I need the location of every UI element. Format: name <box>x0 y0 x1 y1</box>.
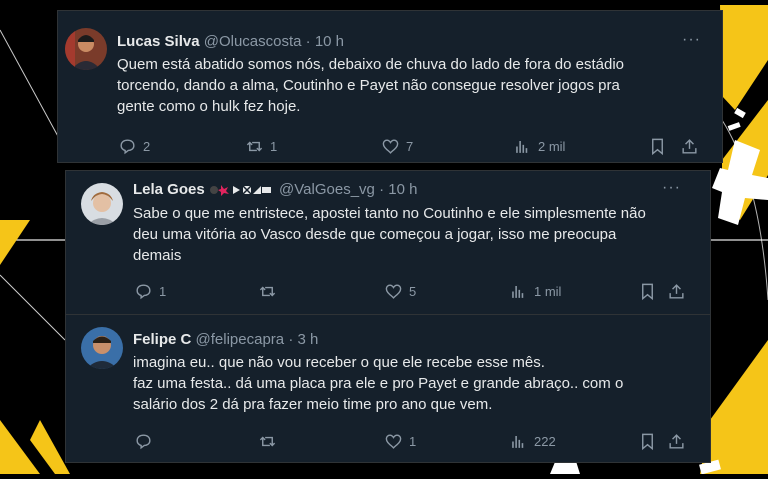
flag-emoji-icons <box>209 185 271 196</box>
like-count: 7 <box>406 138 414 154</box>
more-icon[interactable]: ··· <box>662 179 681 197</box>
reply-count: 2 <box>143 138 151 154</box>
tweet-time[interactable]: · 10 h <box>379 181 417 198</box>
tweet-lucas[interactable]: Lucas Silva @Olucascosta · 10 h ··· Quem… <box>58 11 722 162</box>
retweet-icon <box>259 286 276 296</box>
retweet-icon <box>246 141 263 151</box>
author-handle[interactable]: @ValGoes_vg <box>279 181 375 198</box>
more-icon[interactable]: ··· <box>682 31 701 49</box>
like-button[interactable]: 5 <box>384 280 416 302</box>
avatar[interactable] <box>65 28 107 70</box>
like-count: 5 <box>409 283 417 299</box>
tweet-lela[interactable]: Lela Goes @ValGoes_vg · 10 h ··· Sabe o … <box>66 171 710 314</box>
share-icon <box>682 138 697 154</box>
heart-icon <box>385 433 402 449</box>
tweet-header: Felipe C @felipecapra · 3 h <box>133 331 318 349</box>
views-icon <box>516 140 528 153</box>
share-button[interactable] <box>667 280 686 302</box>
author-handle[interactable]: @felipecapra <box>196 331 285 348</box>
avatar[interactable] <box>81 183 123 225</box>
tweet-text: Sabe o que me entristece, apostei tanto … <box>133 205 646 264</box>
bookmark-button[interactable] <box>648 135 667 157</box>
tweet-actions: 2 1 7 2 mil <box>118 135 708 157</box>
share-button[interactable] <box>680 135 699 157</box>
tweet-time[interactable]: · 10 h <box>306 33 344 50</box>
bookmark-icon <box>642 433 653 450</box>
avatar[interactable] <box>81 327 123 369</box>
name-emojis <box>209 184 271 196</box>
bookmark-button[interactable] <box>638 280 657 302</box>
retweet-button[interactable]: 1 <box>245 135 277 157</box>
tweet-header: Lela Goes @ValGoes_vg · 10 h <box>133 181 417 199</box>
retweet-button[interactable] <box>258 280 283 302</box>
share-icon <box>669 283 684 299</box>
tweet-header: Lucas Silva @Olucascosta · 10 h <box>117 33 344 51</box>
author-handle[interactable]: @Olucascosta <box>204 33 302 50</box>
author-name[interactable]: Felipe C <box>133 331 191 348</box>
heart-icon <box>385 283 402 299</box>
author-name[interactable]: Lucas Silva <box>117 33 200 50</box>
reply-count: 1 <box>159 283 167 299</box>
views-count: 222 <box>534 433 556 449</box>
tweet-felipe[interactable]: Felipe C @felipecapra · 3 h imagina eu..… <box>66 314 710 463</box>
bookmark-button[interactable] <box>638 430 657 452</box>
reply-button[interactable]: 1 <box>134 280 166 302</box>
views-icon <box>512 285 524 298</box>
tweet-card-main: Lucas Silva @Olucascosta · 10 h ··· Quem… <box>57 10 723 163</box>
share-button[interactable] <box>667 430 686 452</box>
reply-icon <box>136 283 151 299</box>
reply-button[interactable] <box>134 430 159 452</box>
tweet-text: imagina eu.. que não vou receber o que e… <box>133 354 624 413</box>
tweet-actions: 1 222 <box>134 430 694 452</box>
bookmark-icon <box>652 138 663 155</box>
views-count: 1 mil <box>534 283 562 299</box>
retweet-icon <box>259 436 276 446</box>
like-button[interactable]: 1 <box>384 430 416 452</box>
tweet-actions: 1 5 1 mil <box>134 280 694 302</box>
heart-icon <box>382 138 399 154</box>
views-icon <box>512 435 524 448</box>
reply-icon <box>120 138 135 154</box>
views-button[interactable]: 1 mil <box>509 280 561 302</box>
tweet-card-replies: Lela Goes @ValGoes_vg · 10 h ··· Sabe o … <box>65 170 711 463</box>
reply-icon <box>136 433 151 449</box>
retweet-count: 1 <box>270 138 278 154</box>
share-icon <box>669 433 684 449</box>
like-count: 1 <box>409 433 417 449</box>
tweet-time[interactable]: · 3 h <box>288 331 318 348</box>
bookmark-icon <box>642 283 653 300</box>
views-count: 2 mil <box>538 138 566 154</box>
like-button[interactable]: 7 <box>381 135 413 157</box>
tweet-text: Quem está abatido somos nós, debaixo de … <box>117 56 625 115</box>
views-button[interactable]: 222 <box>509 430 556 452</box>
author-name[interactable]: Lela Goes <box>133 181 205 198</box>
views-button[interactable]: 2 mil <box>513 135 565 157</box>
retweet-button[interactable] <box>258 430 283 452</box>
reply-button[interactable]: 2 <box>118 135 150 157</box>
